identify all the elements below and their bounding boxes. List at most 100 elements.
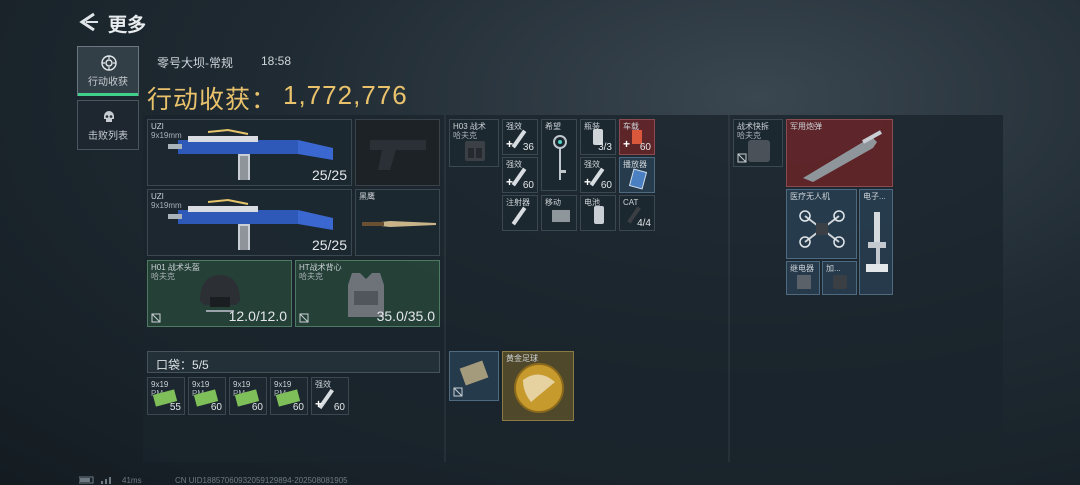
tab-operation-loot[interactable]: 行动收获: [77, 46, 139, 96]
earnings-value: 1,772,776: [283, 80, 408, 110]
backpack-item[interactable]: 注射器: [502, 195, 538, 231]
backpack-item[interactable]: 瓶装 3/3: [580, 119, 616, 155]
backpack-item[interactable]: 强效 + 60: [580, 157, 616, 193]
map-name: 零号大坝-常规: [157, 56, 233, 70]
item-count: 60: [600, 180, 612, 191]
plus-icon: +: [623, 137, 631, 151]
case-icon: [748, 140, 770, 162]
music-player-icon: [628, 168, 648, 190]
document-box-icon: [459, 360, 489, 386]
item-count: 3/3: [598, 142, 612, 153]
armor-durability: 35.0/35.0: [376, 308, 435, 324]
pocket-label: 口袋：5/5: [156, 358, 209, 372]
golden-football-icon: [514, 363, 564, 413]
match-time: 18:58: [261, 54, 292, 68]
armor-slot[interactable]: HT战术背心 哈夫克 35.0/35.0: [295, 260, 440, 327]
chest-rig-slot[interactable]: H03 战术 哈夫克: [449, 119, 499, 167]
backpack-item[interactable]: CAT 4/4: [619, 195, 655, 231]
item-name: 加...: [826, 264, 841, 273]
plus-icon: +: [506, 175, 514, 189]
backpack-item[interactable]: 强效 + 60: [502, 157, 538, 193]
skull-icon: [104, 111, 114, 122]
item-name: 希望: [545, 122, 561, 131]
backpack-item[interactable]: 车载 + 60: [619, 119, 655, 155]
item-count: 60: [210, 402, 222, 413]
back-arrow-icon[interactable]: [78, 12, 100, 32]
key-icon: [553, 135, 567, 180]
item-count: 60: [251, 402, 263, 413]
item-count: 36: [522, 142, 534, 153]
power-bank-icon: [552, 210, 570, 222]
backpack-item[interactable]: 希望: [541, 119, 577, 191]
uninsured-icon: [453, 387, 463, 397]
tab-label: 行动收获: [88, 77, 128, 88]
relay-icon: [797, 275, 811, 289]
item-name: 医疗无人机: [790, 192, 830, 201]
plus-icon: +: [315, 397, 323, 411]
item-name: 注射器: [506, 198, 530, 207]
item-count: 60: [292, 402, 304, 413]
pocket-item[interactable]: 9x19 PM 60: [188, 377, 226, 415]
helmet-slot[interactable]: H01 战术头盔 哈夫克 12.0/12.0: [147, 260, 292, 327]
uninsured-icon: [299, 313, 309, 323]
backpack-item[interactable]: 播放器: [619, 157, 655, 193]
weapon-slot-primary[interactable]: UZI 9x19mm 25/25: [147, 119, 352, 186]
microscope-icon: [866, 212, 888, 272]
pistol-silhouette-icon: [370, 140, 426, 170]
backpack-item[interactable]: 强效 + 36: [502, 119, 538, 155]
syringe-icon: [511, 206, 527, 226]
item-count: 4/4: [637, 218, 651, 229]
plus-icon: +: [584, 175, 592, 189]
backpack-item[interactable]: 电池: [580, 195, 616, 231]
item-name: 强效: [584, 160, 600, 169]
pocket-header: 口袋：5/5: [147, 351, 440, 373]
backpack-item[interactable]: 移动: [541, 195, 577, 231]
panel-divider: [728, 115, 730, 462]
user-id: CN UID18857060932059129894-202508081905: [175, 476, 348, 485]
weapon-ammo: 25/25: [311, 237, 347, 253]
tab-kill-list[interactable]: 击败列表: [77, 100, 139, 150]
weapon-slot-secondary[interactable]: UZI 9x19mm 25/25: [147, 189, 352, 256]
item-name: 电子...: [863, 192, 886, 201]
pocket-item[interactable]: 强效 + 60: [311, 377, 349, 415]
battery-icon: [594, 206, 604, 224]
target-icon: [101, 55, 117, 71]
encrypted-drive-icon: [833, 275, 847, 289]
helmet-durability: 12.0/12.0: [228, 308, 287, 324]
pocket-item[interactable]: 9x19 PM 55: [147, 377, 185, 415]
safebox-item[interactable]: 加...: [822, 261, 857, 295]
safebox-item[interactable]: 军用炮弹: [786, 119, 893, 187]
melee-name: 黑鹰: [359, 192, 375, 201]
item-count: 55: [169, 402, 181, 413]
melee-slot[interactable]: 黑鹰: [355, 189, 440, 256]
item-count: 60: [333, 402, 345, 413]
uninsured-icon: [151, 313, 161, 323]
helmet-brand: 哈夫克: [151, 272, 175, 281]
earnings-label: 行动收获：: [147, 86, 278, 114]
page-title: 更多: [108, 15, 147, 36]
weapon-ammo: 25/25: [311, 167, 347, 183]
armor-brand: 哈夫克: [299, 272, 323, 281]
tab-label: 击败列表: [88, 131, 128, 142]
item-name: 强效: [506, 122, 522, 131]
chest-rig-icon: [465, 141, 485, 161]
knife-icon: [362, 221, 436, 227]
backpack-item[interactable]: 黄金足球: [502, 351, 574, 421]
uninsured-icon: [737, 153, 747, 163]
item-count: 60: [639, 142, 651, 153]
pocket-item[interactable]: 9x19 PM 60: [270, 377, 308, 415]
safebox-item[interactable]: 医疗无人机: [786, 189, 857, 259]
drone-icon: [799, 210, 845, 248]
artillery-shell-icon: [803, 130, 882, 182]
pistol-slot[interactable]: [355, 119, 440, 186]
ping-readout: 41ms: [122, 476, 142, 485]
safebox-item[interactable]: 继电器: [786, 261, 820, 295]
item-name: 强效: [315, 380, 331, 389]
safebox-slot[interactable]: 战术快拆 哈夫克: [733, 119, 783, 167]
item-name: 继电器: [790, 264, 814, 273]
item-name: 移动: [545, 198, 561, 207]
pocket-item[interactable]: 9x19 PM 60: [229, 377, 267, 415]
backpack-item[interactable]: [449, 351, 499, 401]
item-count: 60: [522, 180, 534, 191]
safebox-item[interactable]: 电子...: [859, 189, 893, 295]
